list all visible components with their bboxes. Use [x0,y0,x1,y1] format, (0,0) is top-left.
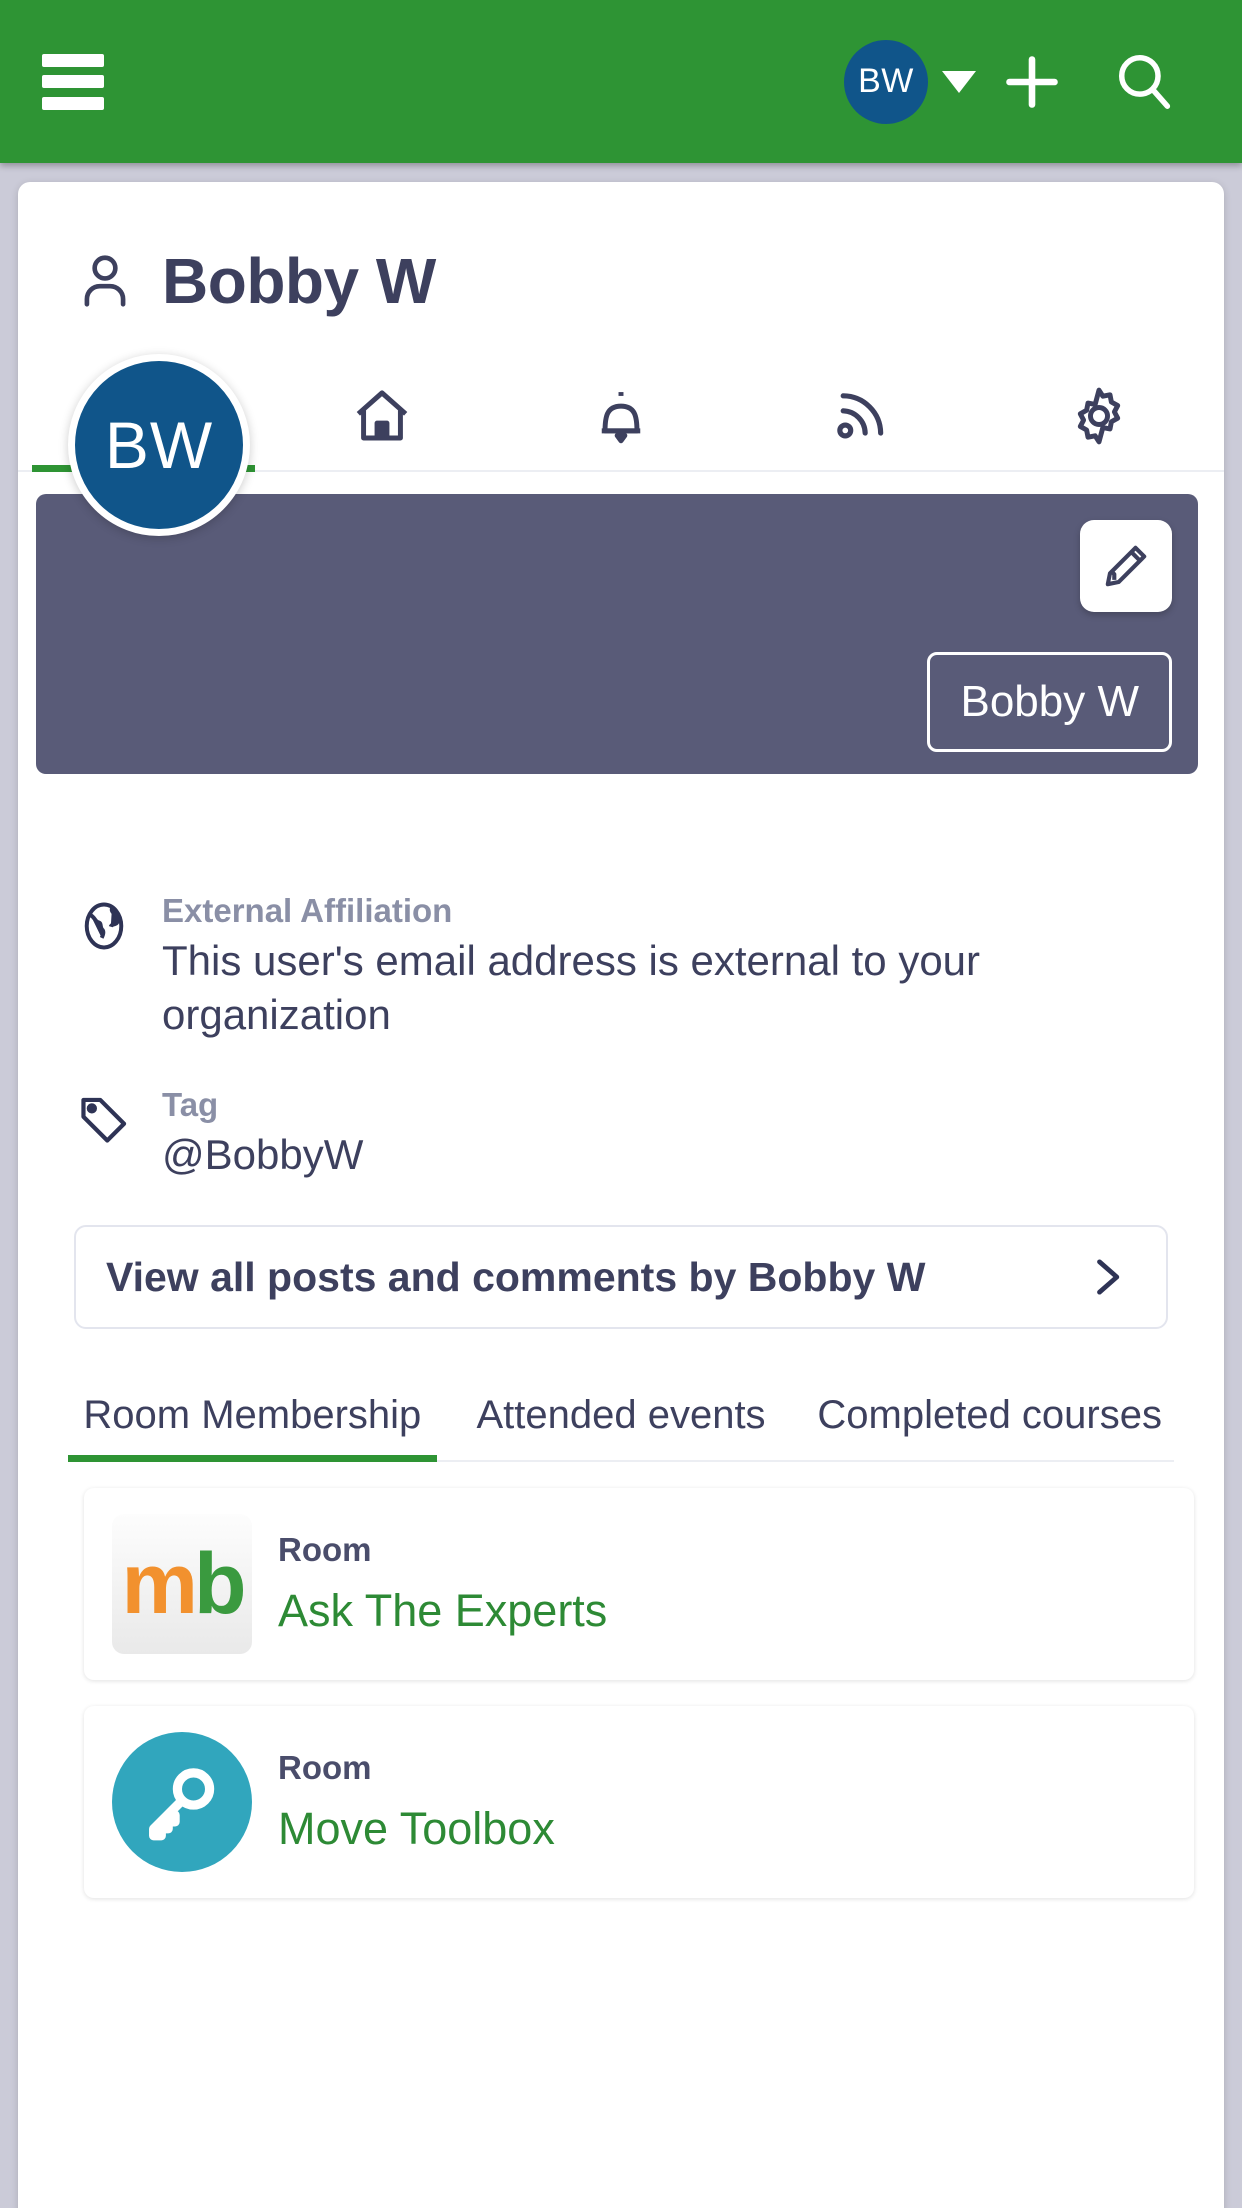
room-name[interactable]: Ask The Experts [278,1585,607,1637]
info-text-wrap: External Affiliation This user's email a… [162,892,1168,1042]
profile-banner: Bobby W [36,494,1198,774]
add-button[interactable] [976,26,1088,138]
bell-icon [601,392,641,444]
info-label: External Affiliation [162,892,453,929]
info-value: @BobbyW [162,1130,364,1178]
edit-banner-button[interactable] [1080,520,1172,612]
key-icon [149,1768,215,1841]
pencil-icon [1105,545,1147,587]
appbar-actions: BW [844,26,1200,138]
room-text: Room Move Toolbox [278,1749,555,1855]
top-app-bar: BW [0,0,1242,163]
info-text-wrap: Tag @BobbyW [162,1086,363,1182]
room-name[interactable]: Move Toolbox [278,1803,555,1855]
info-label: Tag [162,1085,219,1123]
profile-info: External Affiliation This user's email a… [76,892,1168,1181]
view-all-posts-button[interactable]: View all posts and comments by Bobby W [74,1225,1168,1330]
profile-avatar[interactable]: BW [68,354,250,536]
chevron-down-icon [942,70,976,93]
tab-room-membership[interactable]: Room Membership [68,1383,437,1462]
mb-logo-m: m [121,1535,197,1632]
content-tab-strip: Room Membership Attended events Complete… [68,1383,1174,1463]
user-icon [84,255,126,307]
home-icon [356,390,408,441]
info-value: This user's email address is external to… [162,937,981,1038]
view-all-posts-label: View all posts and comments by Bobby W [106,1253,926,1300]
mb-logo-b: b [193,1535,247,1632]
page-title-text: Bobby W [162,245,436,317]
info-row-tag: Tag @BobbyW [76,1086,1168,1182]
search-icon [1118,54,1171,109]
key-icon-wrap [112,1732,252,1873]
tag-icon-wrap [76,1086,136,1182]
room-logo [112,1732,252,1873]
rss-icon [837,393,884,439]
search-button[interactable] [1088,26,1200,138]
tab-settings[interactable] [979,362,1218,470]
hamburger-bar [42,96,104,110]
profile-card: Bobby W Bobby W BW External Affiliation … [18,182,1224,2208]
hamburger-bar [42,53,104,67]
tab-feed[interactable] [740,362,979,470]
hamburger-menu-icon[interactable] [42,53,104,110]
tab-completed-courses[interactable]: Completed courses [805,1383,1174,1460]
chevron-right-icon [1097,1259,1120,1295]
tab-home[interactable] [263,362,502,470]
app-screen: BW Bobby W Bobby W BW External Affiliati… [0,0,1242,2208]
profile-name-badge: Bobby W [927,652,1172,752]
globe-icon-wrap [76,892,136,1042]
gear-icon [1077,387,1120,445]
page-title: Bobby W [18,182,1224,318]
room-membership-list: mb Room Ask The Experts Room Move Toolbo… [84,1488,1194,1899]
list-item[interactable]: Room Move Toolbox [84,1706,1194,1899]
room-kind: Room [278,1531,372,1569]
room-logo: mb [112,1514,252,1655]
tab-notifications[interactable] [502,362,741,470]
plus-icon [1006,55,1058,108]
globe-icon [84,902,124,950]
tab-attended-events[interactable]: Attended events [437,1383,806,1460]
account-menu-button[interactable]: BW [844,39,976,124]
hamburger-bar [42,75,104,88]
avatar: BW [844,39,928,124]
list-item[interactable]: mb Room Ask The Experts [84,1488,1194,1681]
room-text: Room Ask The Experts [278,1531,607,1637]
info-row-external-affiliation: External Affiliation This user's email a… [76,892,1168,1042]
tag-icon [81,1097,127,1143]
mb-logo-icon: mb [112,1514,252,1655]
room-kind: Room [278,1749,372,1787]
